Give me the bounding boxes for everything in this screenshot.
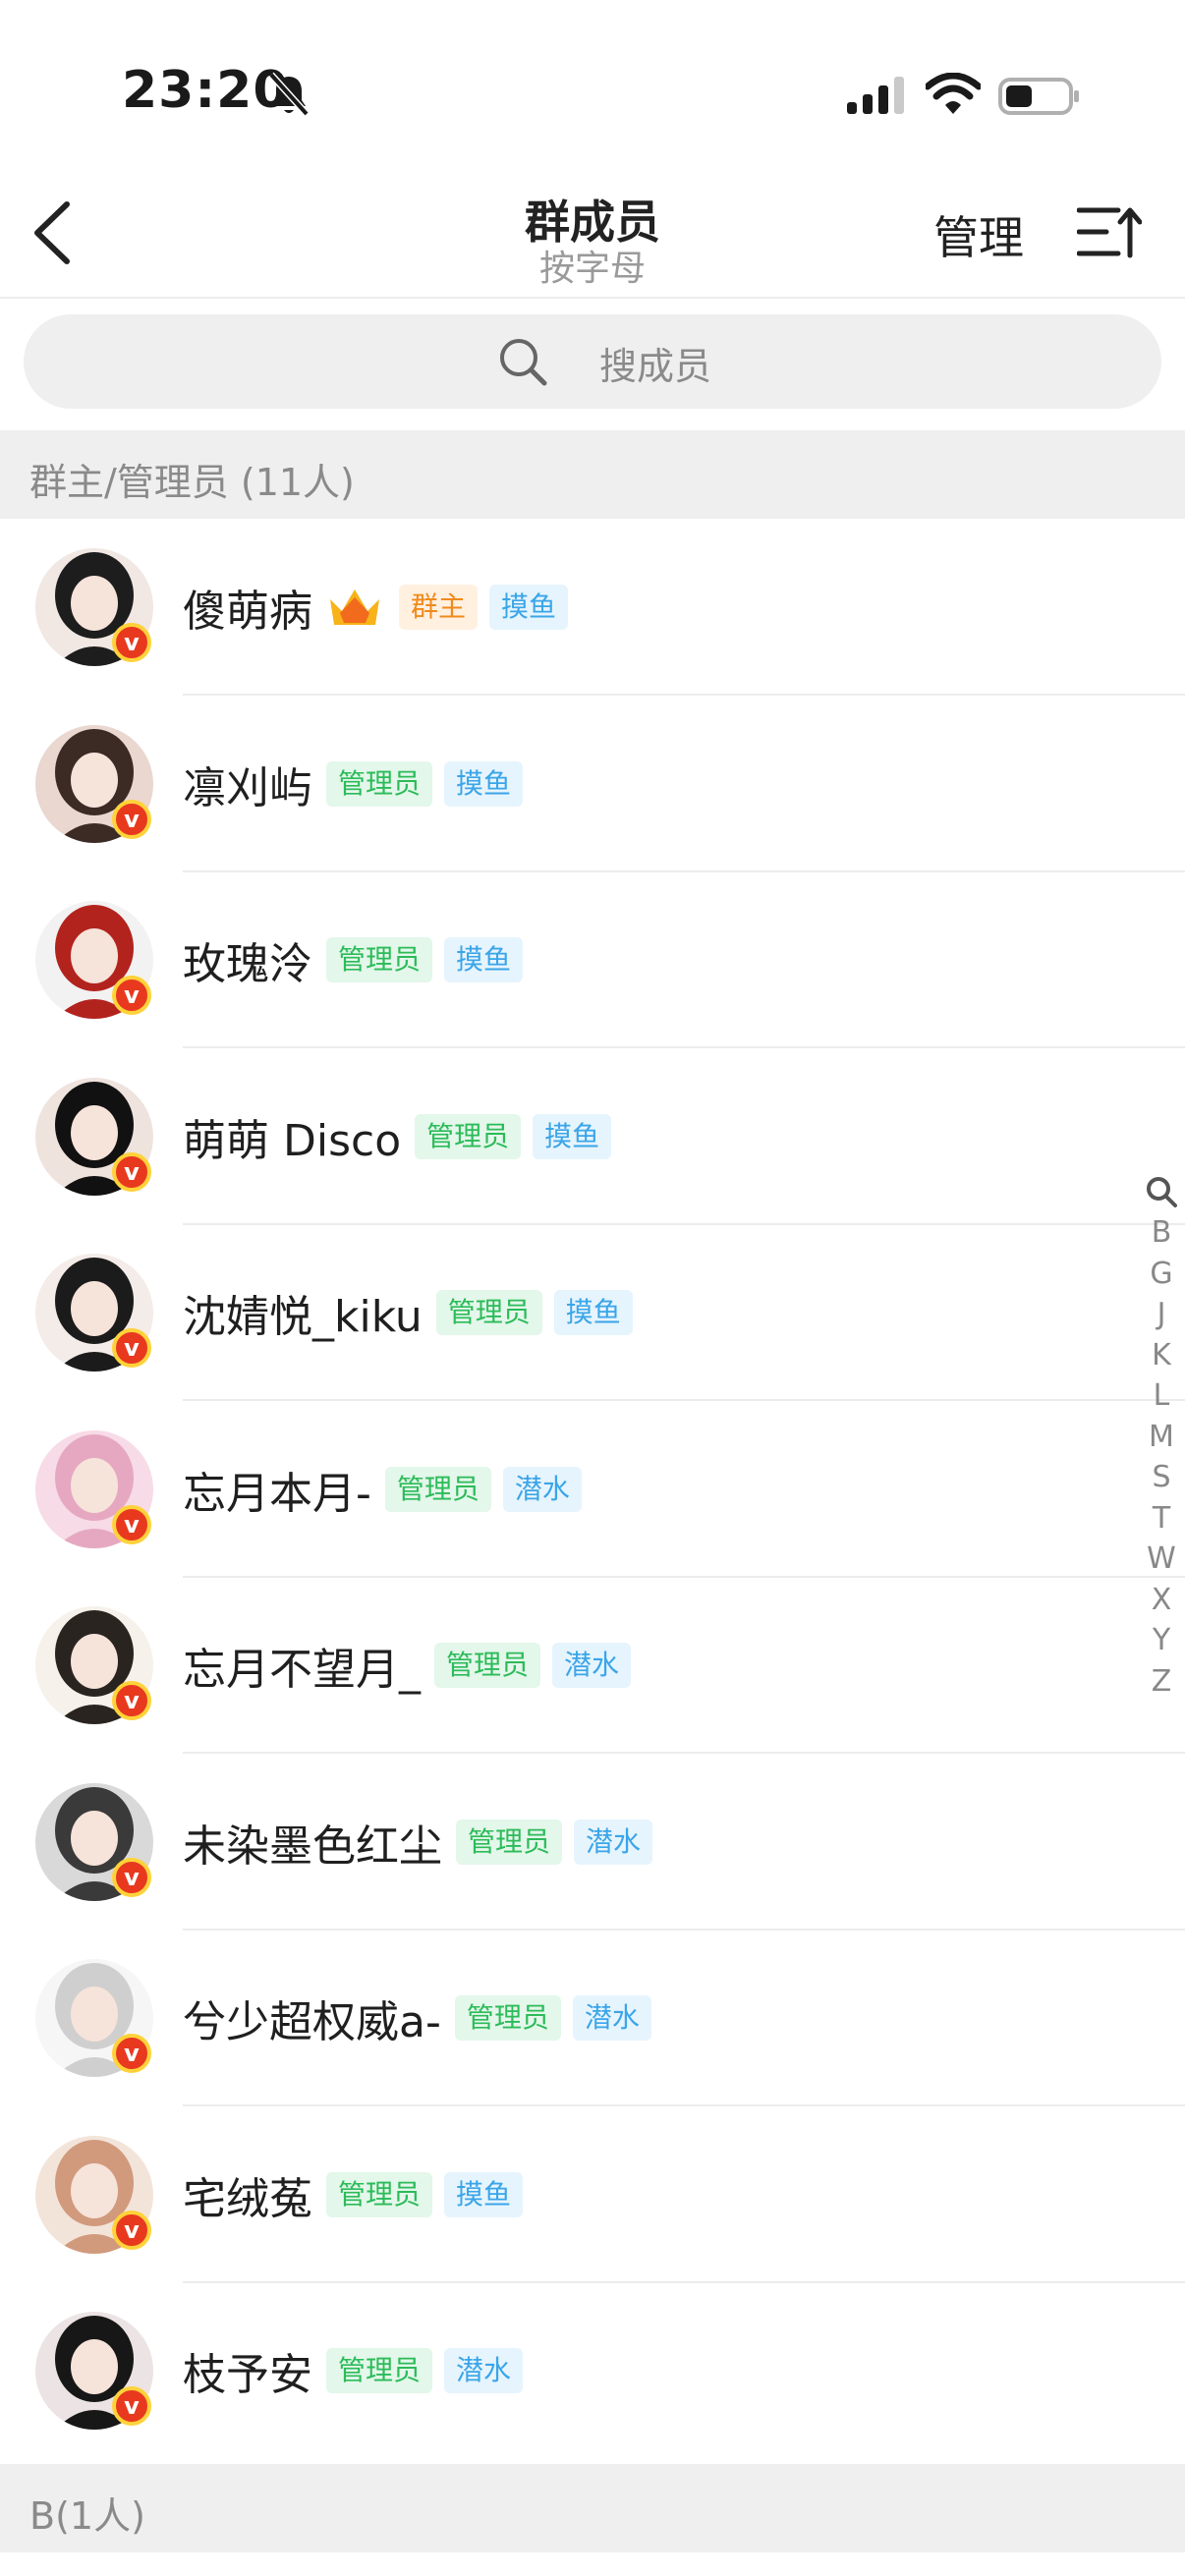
admin-tag: 管理员 <box>384 1466 491 1512</box>
verified-badge-icon: v <box>112 1681 151 1720</box>
admin-tag: 管理员 <box>326 2171 433 2217</box>
admin-tag: 管理员 <box>435 1290 542 1335</box>
section-header-b: B(1人) <box>0 2464 1185 2552</box>
index-letter[interactable]: T <box>1142 1498 1181 1540</box>
member-name: 玫瑰泠 <box>183 939 312 989</box>
index-letter[interactable]: K <box>1142 1335 1181 1376</box>
member-info: 宅绒菟 管理员 摸鱼 <box>183 2163 535 2226</box>
nav-bar: 群成员 按字母 管理 <box>0 167 1185 299</box>
member-row[interactable]: v 忘月不望月_ 管理员 潜水 <box>0 1577 1185 1754</box>
member-name: 忘月本月- <box>183 1468 371 1519</box>
index-letter[interactable]: Z <box>1142 1661 1181 1703</box>
verified-badge-icon: v <box>112 976 151 1015</box>
search-bar[interactable]: 搜成员 <box>24 314 1161 409</box>
member-name: 萌萌 Disco <box>183 1115 402 1166</box>
index-letter[interactable]: J <box>1142 1294 1181 1335</box>
verified-badge-icon: v <box>112 1151 151 1192</box>
member-name: 枝予安 <box>183 2350 312 2400</box>
member-row[interactable]: v 萌萌 Disco 管理员 摸鱼 <box>0 1048 1185 1225</box>
verified-badge-icon: v <box>112 1328 151 1368</box>
activity-level-tag: 摸鱼 <box>444 2171 524 2217</box>
status-bar: 23:20 <box>0 0 1185 167</box>
verified-badge-icon: v <box>112 799 151 839</box>
member-row[interactable]: v 兮少超权威a- 管理员 潜水 <box>0 1930 1185 2106</box>
index-letter[interactable]: G <box>1142 1254 1181 1295</box>
index-letter[interactable]: S <box>1142 1457 1181 1498</box>
sort-icon[interactable] <box>1077 202 1142 261</box>
section-title: B(1人) <box>29 2494 145 2538</box>
member-row[interactable]: v 未染墨色红尘 管理员 潜水 <box>0 1754 1185 1931</box>
activity-level-tag: 潜水 <box>502 1466 582 1512</box>
member-info: 沈婧悦_kiku 管理员 摸鱼 <box>183 1281 645 1344</box>
member-row[interactable]: v 傻萌病 群主 摸鱼 <box>0 519 1185 696</box>
member-row[interactable]: v 宅绒菟 管理员 摸鱼 <box>0 2106 1185 2283</box>
admin-tag: 管理员 <box>454 1995 561 2041</box>
admin-tag: 管理员 <box>456 1819 563 1865</box>
section-title: 群主/管理员 (11人) <box>29 461 355 504</box>
member-name: 兮少超权威a- <box>183 1997 441 2047</box>
member-name: 忘月不望月_ <box>183 1645 421 1695</box>
activity-level-tag: 潜水 <box>444 2348 524 2393</box>
admin-tag: 管理员 <box>326 2348 433 2393</box>
search-input[interactable]: 搜成员 <box>599 336 711 390</box>
activity-level-tag: 摸鱼 <box>489 585 569 630</box>
member-name: 宅绒菟 <box>183 2173 312 2224</box>
member-info: 凛刈屿 管理员 摸鱼 <box>183 753 535 815</box>
member-info: 玫瑰泠 管理员 摸鱼 <box>183 928 535 991</box>
admin-tag: 管理员 <box>326 760 433 807</box>
index-search-icon[interactable] <box>1145 1175 1178 1208</box>
index-letter[interactable]: Y <box>1142 1620 1181 1661</box>
member-info: 萌萌 Disco 管理员 摸鱼 <box>183 1105 623 1168</box>
member-name: 沈婧悦_kiku <box>183 1292 423 1342</box>
activity-level-tag: 潜水 <box>574 1819 653 1865</box>
member-row[interactable]: v 凛刈屿 管理员 摸鱼 <box>0 696 1185 872</box>
admin-tag: 管理员 <box>415 1113 522 1159</box>
member-info: 兮少超权威a- 管理员 潜水 <box>183 1987 663 2049</box>
bell-muted-icon <box>268 72 310 117</box>
wifi-icon <box>926 73 981 114</box>
verified-badge-icon: v <box>112 2386 151 2426</box>
activity-level-tag: 潜水 <box>552 1643 632 1688</box>
member-row[interactable]: v 玫瑰泠 管理员 摸鱼 <box>0 871 1185 1048</box>
verified-badge-icon: v <box>112 1857 151 1897</box>
member-row[interactable]: v 忘月本月- 管理员 潜水 <box>0 1401 1185 1578</box>
status-time: 23:20 <box>122 61 290 120</box>
section-header-admins: 群主/管理员 (11人) <box>0 430 1185 519</box>
activity-level-tag: 摸鱼 <box>444 760 524 807</box>
activity-level-tag: 摸鱼 <box>533 1113 612 1159</box>
admin-tag: 管理员 <box>326 937 433 982</box>
member-info: 忘月不望月_ 管理员 潜水 <box>183 1634 643 1697</box>
activity-level-tag: 潜水 <box>572 1995 651 2041</box>
verified-badge-icon: v <box>112 623 151 662</box>
member-row[interactable]: v 枝予安 管理员 潜水 <box>0 2282 1159 2459</box>
member-info: 枝予安 管理员 潜水 <box>183 2339 535 2402</box>
index-letter[interactable]: B <box>1142 1212 1181 1254</box>
cell-signal-icon <box>847 77 904 114</box>
member-info: 忘月本月- 管理员 潜水 <box>183 1458 593 1521</box>
activity-level-tag: 摸鱼 <box>553 1290 633 1335</box>
member-name: 傻萌病 <box>183 587 312 637</box>
index-letter[interactable]: W <box>1142 1539 1181 1580</box>
search-icon <box>500 339 547 386</box>
index-letter[interactable]: X <box>1142 1580 1181 1621</box>
member-info: 傻萌病 群主 摸鱼 <box>183 576 580 639</box>
alphabet-index[interactable]: BGJKLMSTWXYZ <box>1142 1175 1181 1702</box>
owner-tag: 群主 <box>399 585 479 630</box>
index-letter[interactable]: M <box>1142 1417 1181 1458</box>
verified-badge-icon: v <box>112 2034 151 2073</box>
battery-icon <box>998 78 1079 115</box>
verified-badge-icon: v <box>112 1504 151 1544</box>
member-row[interactable]: v 沈婧悦_kiku 管理员 摸鱼 <box>0 1224 1185 1401</box>
crown-icon <box>330 589 379 625</box>
admin-tag: 管理员 <box>434 1643 541 1688</box>
member-name: 未染墨色红尘 <box>183 1820 442 1872</box>
member-name: 凛刈屿 <box>183 762 312 813</box>
manage-button[interactable]: 管理 <box>933 202 1024 267</box>
activity-level-tag: 摸鱼 <box>444 937 524 982</box>
index-letter[interactable]: L <box>1142 1375 1181 1417</box>
member-info: 未染墨色红尘 管理员 潜水 <box>183 1811 664 1874</box>
verified-badge-icon: v <box>112 2210 151 2250</box>
